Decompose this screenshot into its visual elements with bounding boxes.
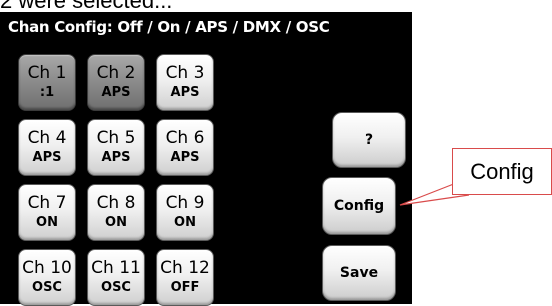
- callout-label: Config: [470, 158, 534, 184]
- config-callout: Config: [452, 148, 552, 195]
